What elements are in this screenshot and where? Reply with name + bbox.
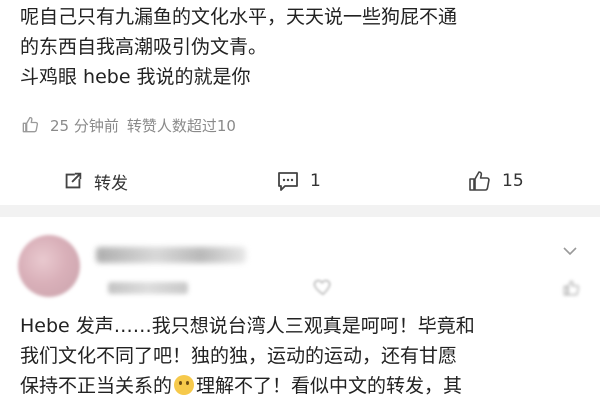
thumbs-up-icon	[563, 280, 580, 296]
like-summary: 转赞人数超过10	[126, 116, 236, 135]
post-card-2: Hebe 发声……我只想说台湾人三观真是呵呵！毕竟和 我们文化不同了吧！独的独，…	[0, 217, 600, 400]
post-time-redacted	[108, 282, 188, 294]
chevron-down-icon[interactable]	[560, 241, 580, 261]
emoji-icon	[174, 375, 195, 395]
comment-icon	[278, 172, 298, 191]
repost-icon	[65, 172, 82, 189]
like-button[interactable]: 15	[466, 165, 524, 197]
post-body: Hebe 发声……我只想说台湾人三观真是呵呵！毕竟和 我们文化不同了吧！独的独，…	[20, 311, 590, 400]
thumbs-up-icon	[469, 171, 490, 191]
post-body: 呢自己只有九漏鱼的文化水平，天天说一些狗屁不通 的东西自我高潮吸引伪文青。 斗鸡…	[20, 2, 590, 92]
post-text-line: 我们文化不同了吧！独的独，运动的运动，还有甘愿	[20, 345, 458, 367]
post-time: 25 分钟前	[50, 116, 119, 135]
comment-button[interactable]: 1	[276, 165, 321, 197]
comment-count: 1	[310, 171, 321, 191]
post-text-segment: 理解不了！看似中文的转发，其	[196, 375, 463, 397]
section-divider	[0, 205, 600, 217]
post-text-line: 斗鸡眼 hebe 我说的就是你	[20, 66, 251, 88]
thumbs-up-icon	[22, 116, 39, 133]
username-redacted	[96, 247, 246, 263]
post-card-1: 呢自己只有九漏鱼的文化水平，天天说一些狗屁不通 的东西自我高潮吸引伪文青。 斗鸡…	[0, 0, 600, 205]
post-meta: 25 分钟前 转赞人数超过10	[20, 112, 244, 138]
heart-icon	[313, 279, 331, 296]
repost-label: 转发	[94, 173, 128, 194]
post-text-line: 呢自己只有九漏鱼的文化水平，天天说一些狗屁不通	[20, 6, 458, 28]
repost-button[interactable]: 转发	[62, 165, 128, 197]
like-count: 15	[502, 171, 524, 191]
post-text-line: 的东西自我高潮吸引伪文青。	[20, 36, 268, 58]
post-text-line: 保持不正当关系的 理解不了！看似中文的转发，其	[20, 371, 590, 400]
avatar[interactable]	[18, 235, 80, 297]
action-bar: 转发 1 15	[0, 165, 600, 197]
post-text-segment: 保持不正当关系的	[20, 375, 173, 397]
post-text-line: Hebe 发声……我只想说台湾人三观真是呵呵！毕竟和	[20, 315, 475, 337]
